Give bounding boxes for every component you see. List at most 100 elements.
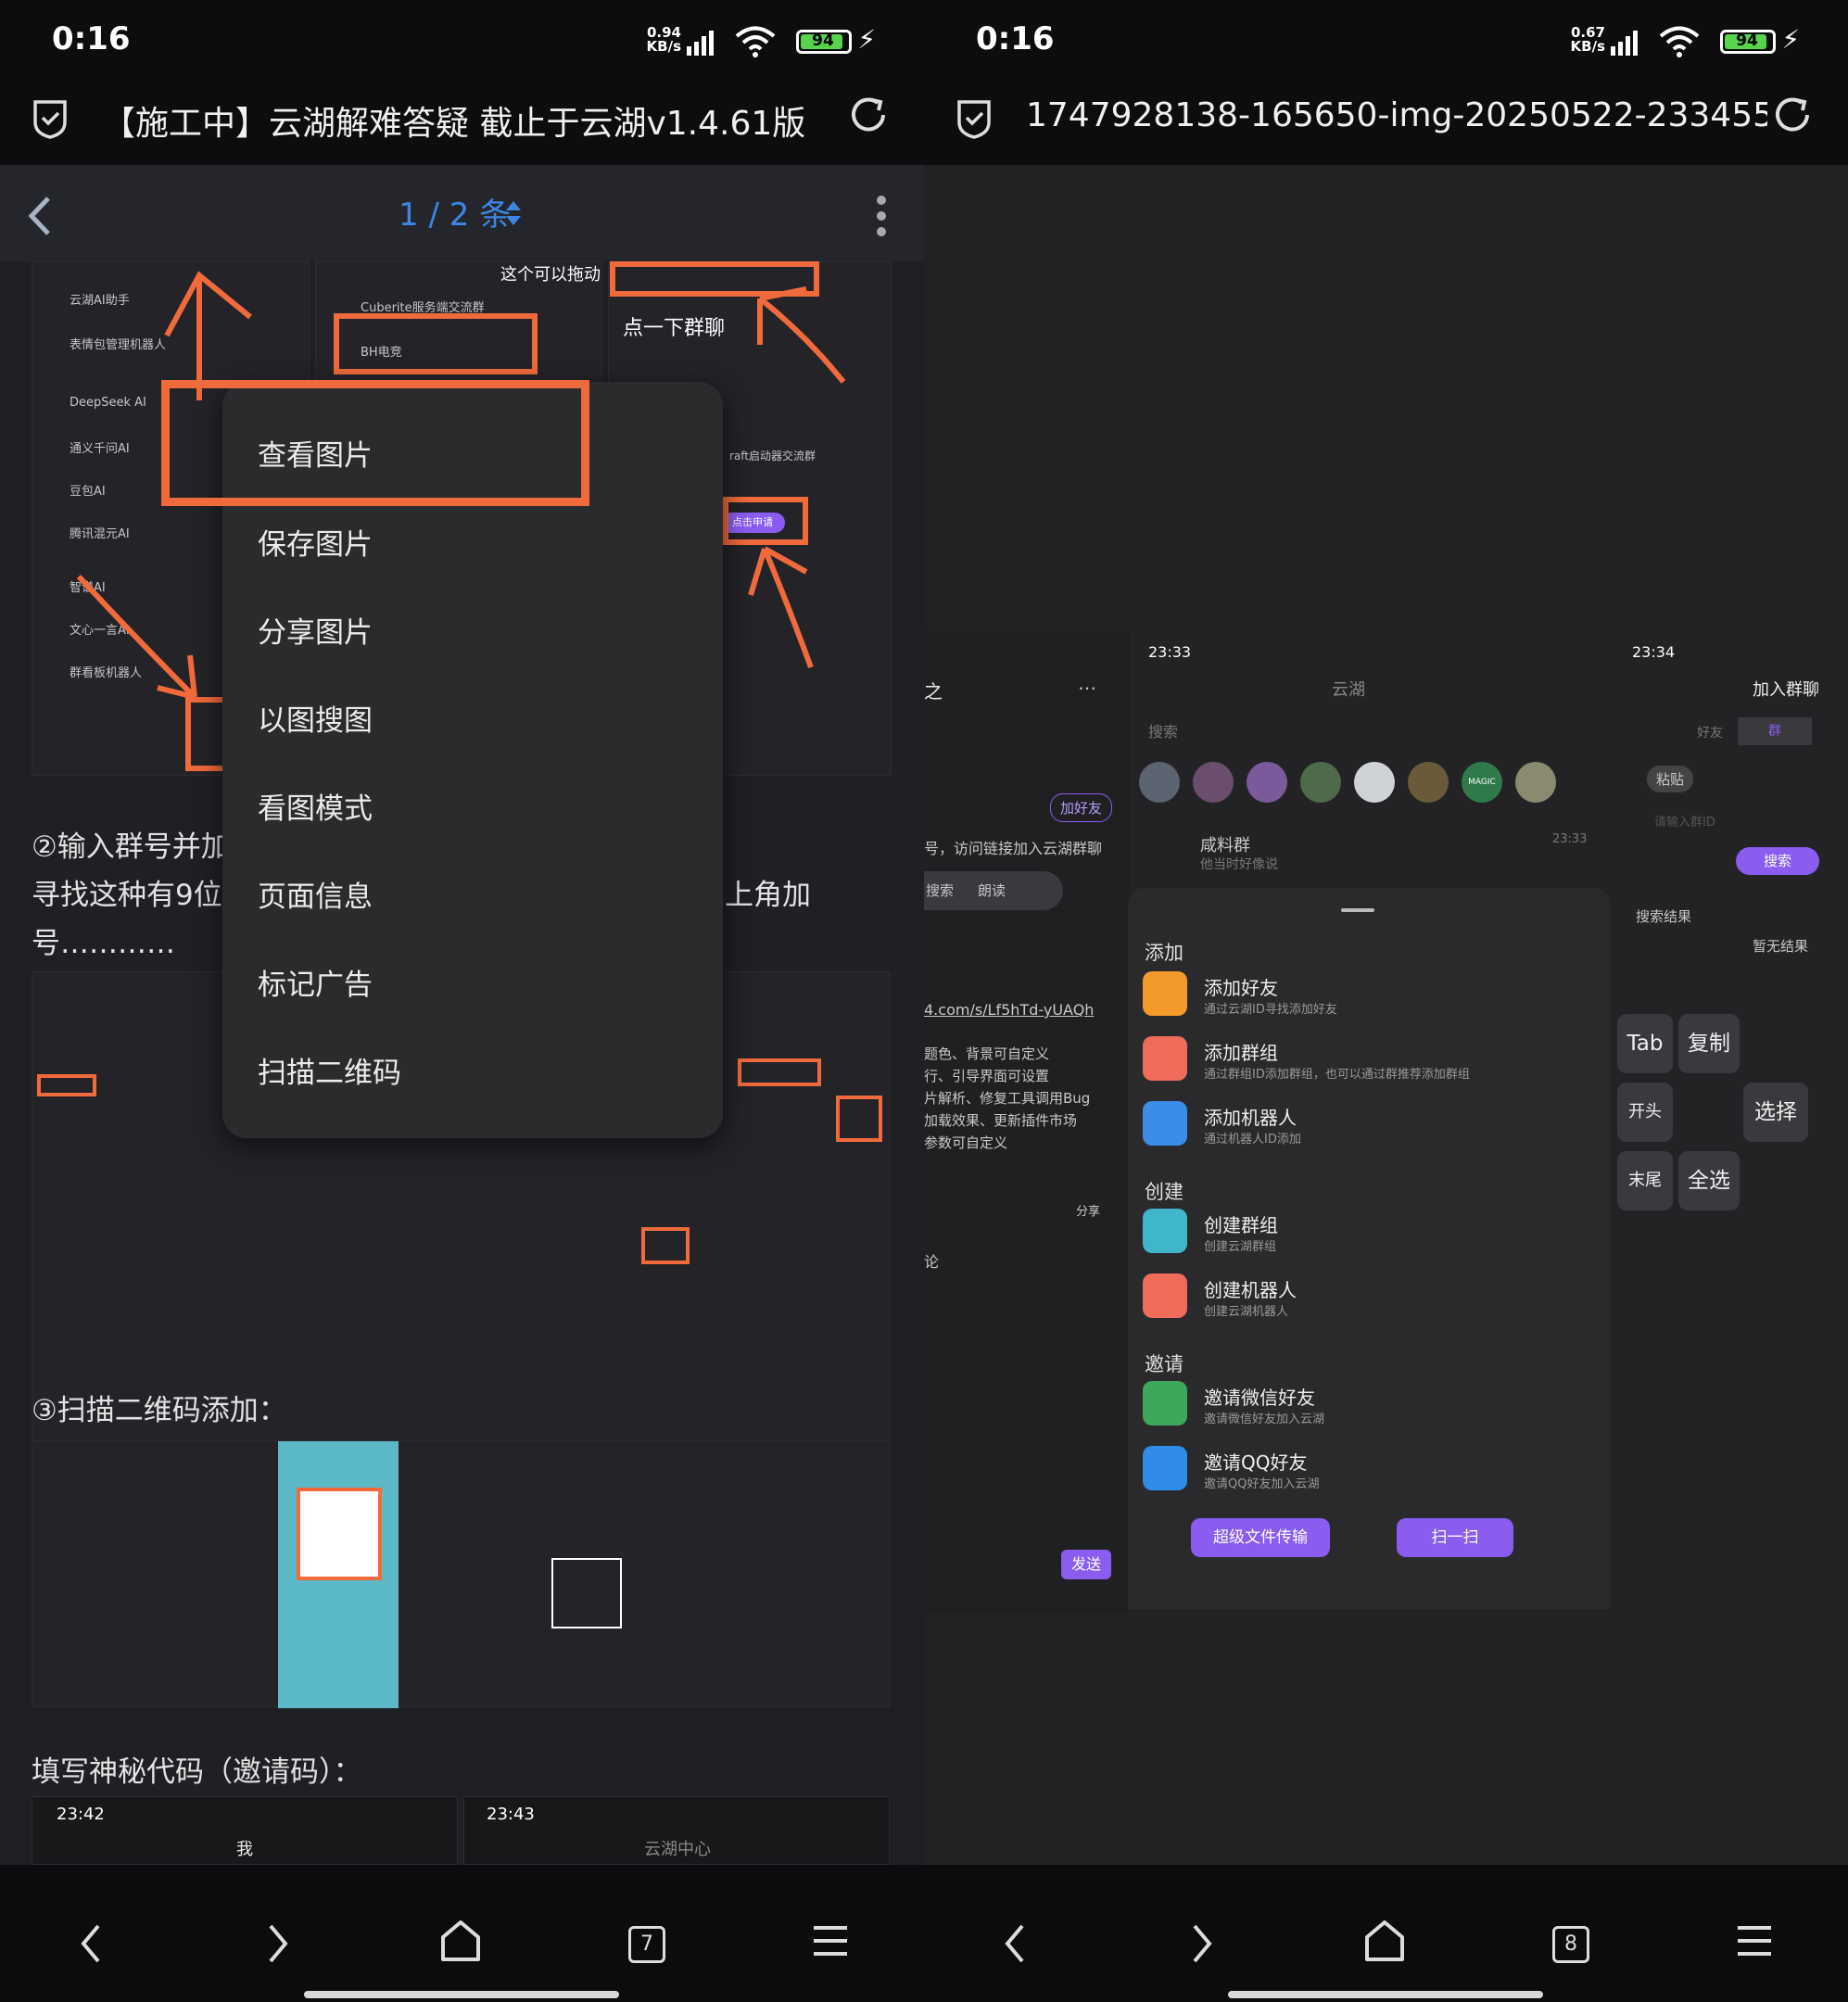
scan-frame-icon <box>551 1558 622 1628</box>
panel-c-time: 23:34 <box>1632 643 1676 661</box>
key-select-all: 全选 <box>1678 1151 1740 1210</box>
signal-icon <box>1611 31 1638 56</box>
row-create-group[interactable]: 创建群组 <box>1204 1210 1278 1237</box>
bottom-nav-bar: 7 <box>0 1865 924 2002</box>
gesture-bar[interactable] <box>304 1991 619 1998</box>
back-arrow-icon[interactable] <box>26 193 54 239</box>
profile-screenshot: 23:42 我 <box>32 1796 458 1865</box>
menu-icon[interactable] <box>812 1922 849 1959</box>
nav-back-icon[interactable] <box>1002 1920 1030 1967</box>
article-step2-line3: 号………… <box>32 927 175 960</box>
screenshot-time: 23:42 <box>57 1805 105 1824</box>
panel-b-time: 23:33 <box>1148 643 1192 661</box>
add-group-icon <box>1143 1036 1187 1081</box>
arrow-annotation <box>76 574 197 700</box>
charging-icon: ⚡ <box>1781 24 1800 55</box>
menu-mark-ad[interactable]: 标记广告 <box>258 961 373 1003</box>
key-copy: 复制 <box>1678 1014 1740 1073</box>
row-invite-wechat[interactable]: 邀请微信好友 <box>1204 1383 1315 1410</box>
panel-c-no-result: 暂无结果 <box>1753 938 1809 955</box>
network-speed: 0.94 KB/s <box>647 26 681 54</box>
battery-icon: 94 <box>1720 30 1776 54</box>
panel-a-read: 朗读 <box>978 882 1006 899</box>
section-invite: 邀请 <box>1145 1353 1183 1375</box>
battery-level: 94 <box>812 32 834 50</box>
nav-forward-icon[interactable] <box>263 1920 291 1967</box>
tabs-count-icon[interactable]: 8 <box>1552 1926 1589 1963</box>
page-title[interactable]: 1747928138-165650-img-20250522-233455.jp… <box>1026 96 1767 134</box>
row-invite-qq-sub: 邀请QQ好友加入云湖 <box>1204 1477 1320 1491</box>
panel-b-search: 搜索 <box>1148 723 1179 741</box>
row-create-bot[interactable]: 创建机器人 <box>1204 1275 1297 1302</box>
highlight-box <box>334 313 538 374</box>
scan-button[interactable]: 扫一扫 <box>1397 1518 1513 1557</box>
left-screen: 0:16 0.94 KB/s 94 ⚡ 【施工中】云湖解难答疑 截止于云湖v1.4… <box>0 0 924 2002</box>
bottom-nav-bar: 8 <box>924 1865 1848 2002</box>
file-transfer-button[interactable]: 超级文件传输 <box>1191 1518 1330 1557</box>
gesture-bar[interactable] <box>1228 1991 1543 1998</box>
panel-a-search: 搜索 <box>926 882 955 899</box>
chat-panel-screenshot: 之 ⋯ 加好友 号，访问链接加入云湖群聊 搜索 朗读 4.com/s/Lf5hT… <box>924 630 1130 1613</box>
more-icon: ⋯ <box>1078 677 1096 699</box>
nav-back-icon[interactable] <box>78 1920 106 1967</box>
magic-avatar: MAGIC <box>1462 762 1502 803</box>
chat-name-5: 腾讯混元AI <box>70 527 130 541</box>
chat-name-4: 豆包AI <box>70 485 106 499</box>
qr-card <box>278 1441 399 1708</box>
menu-view-mode[interactable]: 看图模式 <box>258 785 373 827</box>
reload-icon[interactable] <box>1772 95 1815 137</box>
shield-check-icon[interactable] <box>956 98 993 139</box>
nav-forward-icon[interactable] <box>1187 1920 1215 1967</box>
add-action-sheet: 添加 添加好友 通过云湖ID寻找添加好友 添加群组 通过群组ID添加群组，也可以… <box>1128 888 1610 1609</box>
article-step2-line1: ②输入群号并加 <box>32 830 230 864</box>
menu-share-image[interactable]: 分享图片 <box>258 609 373 651</box>
mc-group-name: raft启动器交流群 <box>729 450 816 462</box>
row-add-friend[interactable]: 添加好友 <box>1204 973 1278 1000</box>
arrow-annotation <box>748 546 814 669</box>
wechat-icon <box>1143 1381 1187 1425</box>
article-step2-line2: 寻找这种有9位 <box>32 879 222 912</box>
tabs-count-icon[interactable]: 7 <box>628 1926 665 1963</box>
more-vertical-icon[interactable] <box>876 193 887 239</box>
home-icon[interactable] <box>439 1919 482 1963</box>
panel-a-note: 题色、背景可自定义 <box>924 1045 1050 1062</box>
article-step3: ③扫描二维码添加： <box>32 1394 287 1427</box>
panel-a-note: 行、引导界面可设置 <box>924 1068 1050 1084</box>
chat-name-3: 通义千问AI <box>70 442 130 456</box>
panel-a-share: 分享 <box>1076 1205 1101 1219</box>
sort-updown-icon[interactable] <box>504 198 523 228</box>
reload-icon[interactable] <box>848 95 891 137</box>
panel-c-results: 搜索结果 <box>1636 908 1692 925</box>
image-counter[interactable]: 1 / 2 条 <box>399 189 511 234</box>
add-bot-icon <box>1143 1101 1187 1146</box>
qr-scan-screenshots <box>32 1440 890 1708</box>
menu-scan-qr[interactable]: 扫描二维码 <box>258 1049 401 1091</box>
panel-c-tab-friend: 好友 <box>1697 726 1723 741</box>
menu-icon[interactable] <box>1736 1922 1773 1959</box>
qr-code-icon <box>297 1488 382 1580</box>
group-hint: 点一下群聊 <box>623 317 726 340</box>
avatar-row: MAGIC <box>1139 762 1602 812</box>
panel-c-input: 请输入群ID <box>1654 816 1715 830</box>
row-add-bot[interactable]: 添加机器人 <box>1204 1103 1297 1130</box>
shield-check-icon[interactable] <box>32 98 69 139</box>
battery-level: 94 <box>1736 32 1758 50</box>
highlight-box <box>37 1074 96 1096</box>
panel-c-tab-group: 群 <box>1738 717 1812 745</box>
browser-url-bar[interactable]: 1747928138-165650-img-20250522-233455.jp… <box>924 83 1848 165</box>
row-invite-qq[interactable]: 邀请QQ好友 <box>1204 1448 1307 1475</box>
row-add-group[interactable]: 添加群组 <box>1204 1038 1278 1065</box>
menu-page-info[interactable]: 页面信息 <box>258 873 373 915</box>
browser-url-bar[interactable]: 【施工中】云湖解难答疑 截止于云湖v1.4.61版本 <box>0 83 924 165</box>
qq-icon <box>1143 1446 1187 1490</box>
menu-save-image[interactable]: 保存图片 <box>258 521 373 563</box>
highlight-box <box>161 380 589 506</box>
section-add: 添加 <box>1145 942 1183 964</box>
panel-a-link: 4.com/s/Lf5hTd-yUAQh <box>924 1001 1095 1019</box>
panel-a-desc: 号，访问链接加入云湖群聊 <box>924 840 1103 857</box>
home-icon[interactable] <box>1363 1919 1406 1963</box>
page-title[interactable]: 【施工中】云湖解难答疑 截止于云湖v1.4.61版本 <box>102 96 806 145</box>
create-bot-icon <box>1143 1273 1187 1318</box>
highlight-box <box>836 1096 882 1142</box>
menu-search-by-image[interactable]: 以图搜图 <box>258 697 373 739</box>
